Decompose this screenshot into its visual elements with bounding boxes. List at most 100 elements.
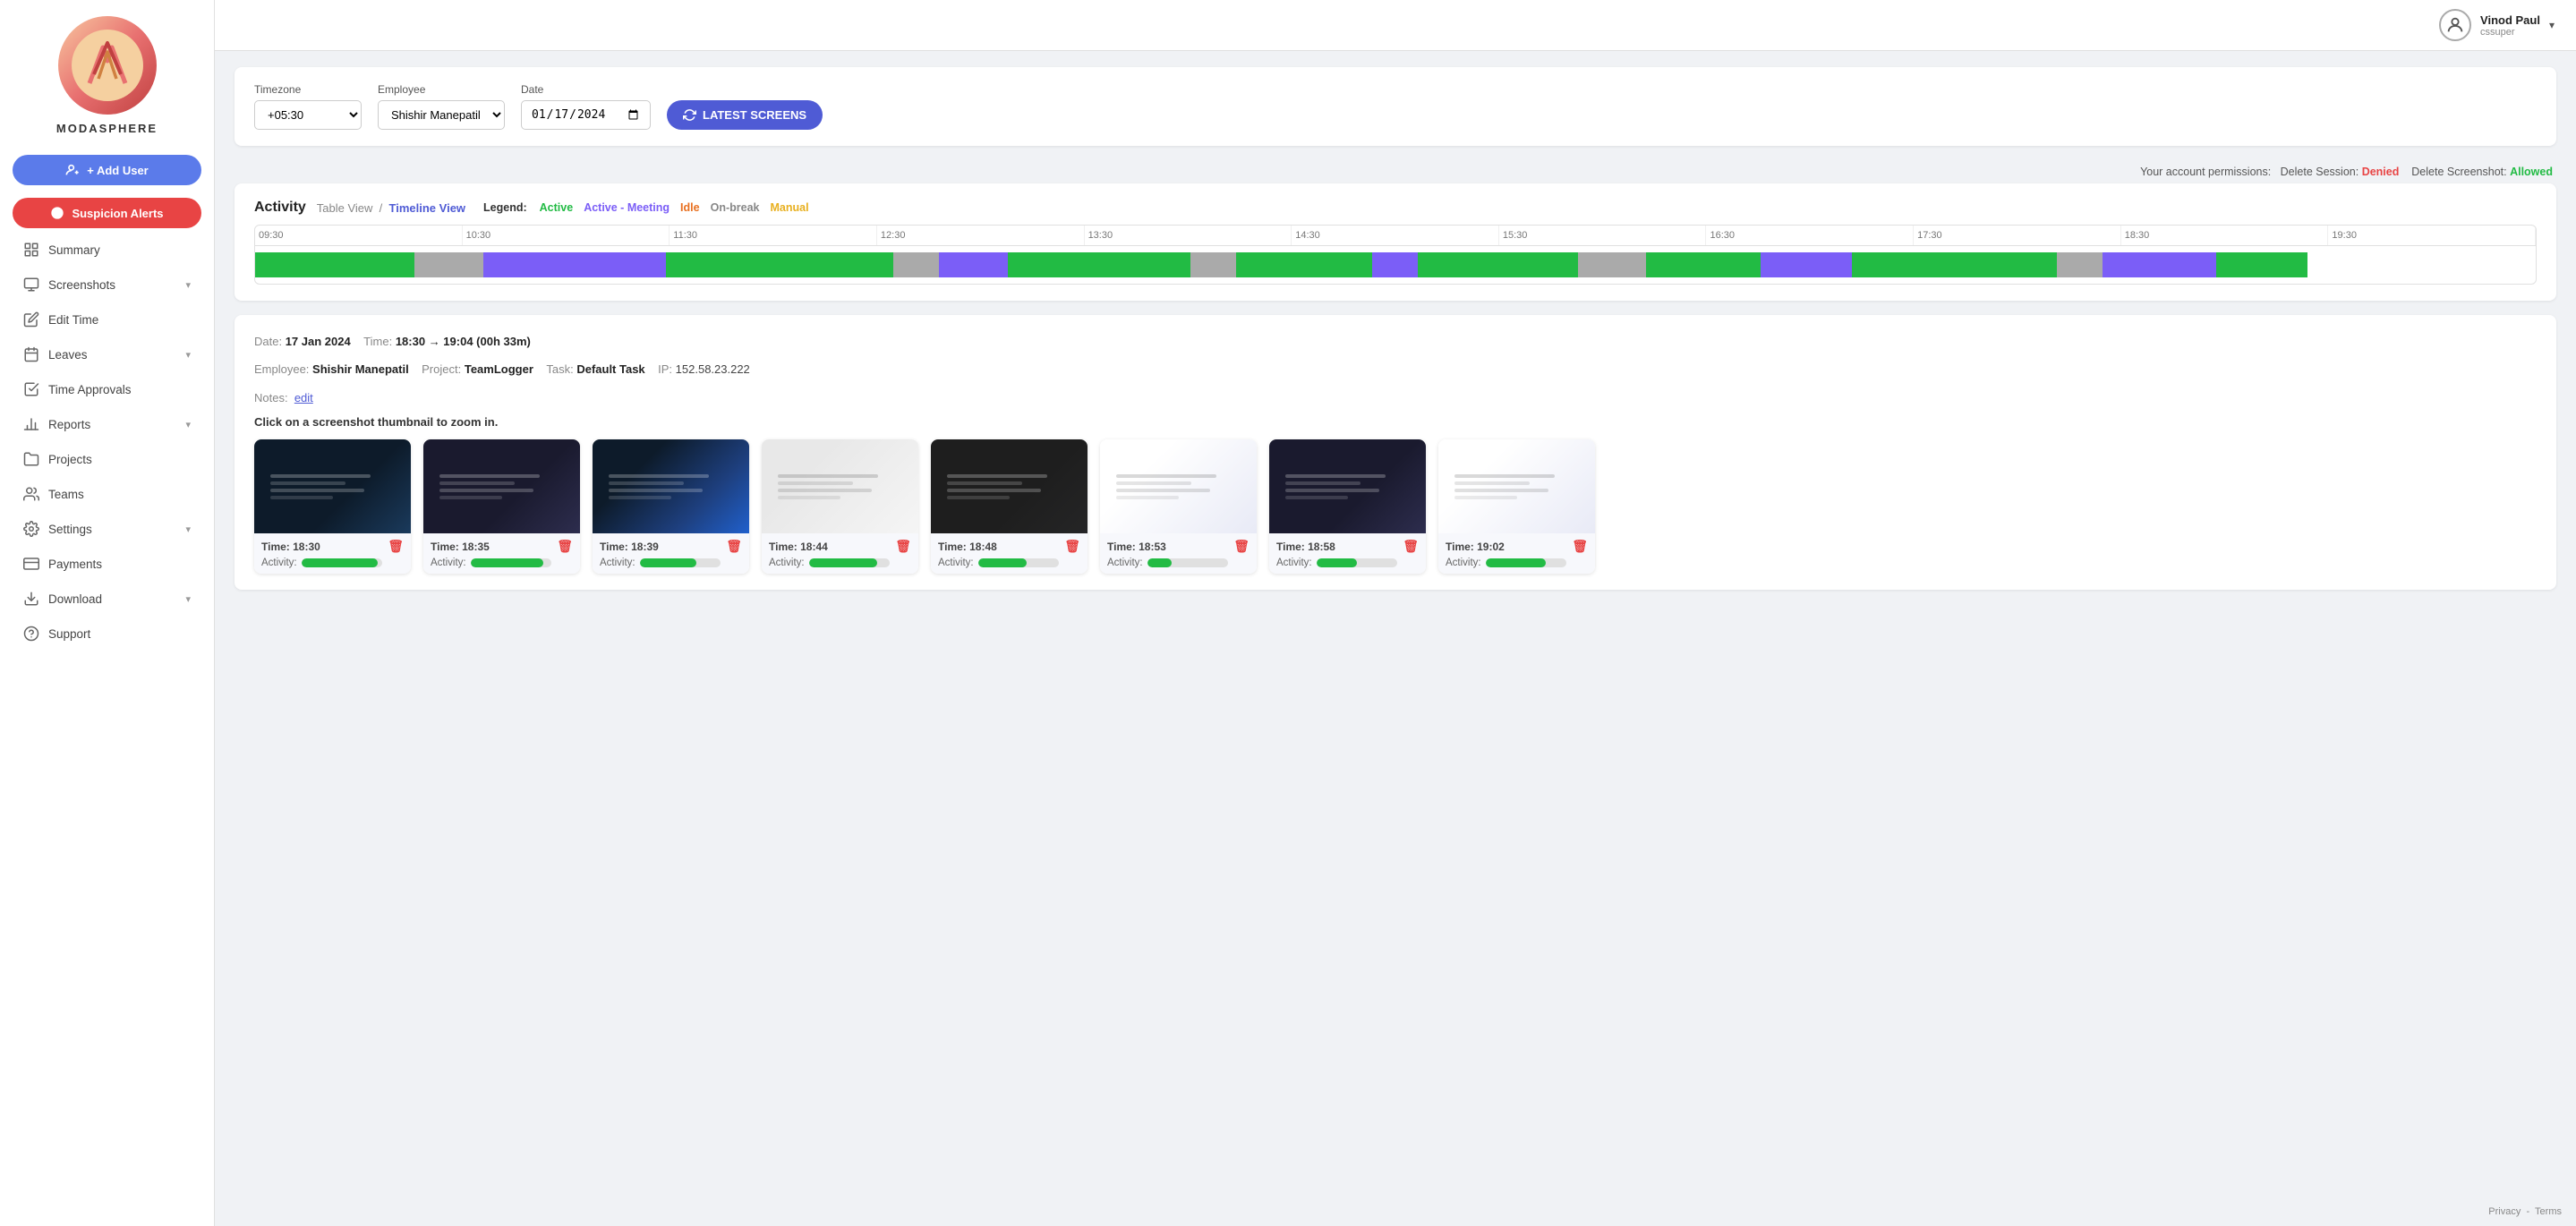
screenshot-card[interactable]: Time: 18:53 🗑 Activity:	[1100, 439, 1257, 574]
screenshot-footer: Time: 18:48 🗑 Activity:	[931, 533, 1088, 574]
timeline-tick: 10:30	[463, 226, 670, 245]
screenshot-card[interactable]: Time: 18:58 🗑 Activity:	[1269, 439, 1426, 574]
nav-item-screenshots[interactable]: Screenshots ▾	[5, 268, 209, 302]
chevron-icon: ▾	[185, 419, 191, 430]
table-view-link[interactable]: Table View	[317, 201, 373, 215]
timeline-tick: 14:30	[1292, 226, 1499, 245]
logo-area: MODASPHERE	[0, 0, 214, 146]
timeline-segment	[255, 252, 414, 277]
delete-screenshot-button[interactable]: 🗑	[1572, 539, 1588, 554]
screenshot-time-row: Time: 19:02 🗑	[1446, 539, 1588, 554]
terms-link[interactable]: Terms	[2535, 1206, 2562, 1217]
delete-screenshot-button[interactable]: 🗑	[726, 539, 742, 554]
latest-screens-label: LATEST SCREENS	[703, 108, 806, 122]
nav-item-teams[interactable]: Teams	[5, 477, 209, 511]
thumb-line	[439, 481, 515, 485]
timeline-tick: 11:30	[670, 226, 877, 245]
thumb-line	[439, 474, 540, 478]
delete-screenshot-button[interactable]: 🗑	[557, 539, 573, 554]
suspicion-alerts-button[interactable]: Suspicion Alerts	[13, 198, 201, 228]
thumb-line	[947, 474, 1047, 478]
thumb-line	[947, 489, 1041, 492]
timeline-segment	[1761, 252, 1852, 277]
nav-item-edit-time[interactable]: Edit Time	[5, 302, 209, 336]
employee-select[interactable]: Shishir Manepatil	[378, 100, 505, 130]
task-value: Default Task	[576, 362, 644, 376]
activity-bar-fill	[640, 558, 696, 567]
activity-label: Activity:	[1107, 558, 1143, 568]
time-value: 18:30 → 19:04 (00h 33m)	[396, 335, 531, 348]
screenshot-card[interactable]: Time: 18:30 🗑 Activity:	[254, 439, 411, 574]
grid-icon	[23, 242, 39, 258]
employee-value: Shishir Manepatil	[312, 362, 409, 376]
activity-bar-fill	[302, 558, 379, 567]
nav-item-time-approvals[interactable]: Time Approvals	[5, 372, 209, 406]
privacy-link[interactable]: Privacy	[2488, 1206, 2521, 1217]
add-user-button[interactable]: + Add User	[13, 155, 201, 185]
activity-bar	[809, 558, 890, 567]
nav-label-support: Support	[48, 627, 191, 641]
privacy-footer: Privacy - Terms	[2488, 1206, 2562, 1217]
nav-item-leaves[interactable]: Leaves ▾	[5, 337, 209, 371]
timeline-tick: 16:30	[1706, 226, 1914, 245]
screenshot-time-row: Time: 18:48 🗑	[938, 539, 1080, 554]
check-icon	[23, 381, 39, 397]
nav-item-settings[interactable]: Settings ▾	[5, 512, 209, 546]
nav-item-download[interactable]: Download ▾	[5, 582, 209, 616]
thumb-line	[1454, 481, 1530, 485]
nav-item-reports[interactable]: Reports ▾	[5, 407, 209, 441]
employee-label: Employee	[378, 83, 505, 96]
thumb-line	[1285, 474, 1386, 478]
screenshot-card[interactable]: Time: 19:02 🗑 Activity:	[1438, 439, 1595, 574]
user-info[interactable]: Vinod Paul cssuper ▾	[2439, 9, 2555, 41]
screenshot-card[interactable]: Time: 18:48 🗑 Activity:	[931, 439, 1088, 574]
chevron-icon: ▾	[185, 349, 191, 361]
screenshot-footer: Time: 18:53 🗑 Activity:	[1100, 533, 1257, 574]
nav-item-payments[interactable]: Payments	[5, 547, 209, 581]
user-role: cssuper	[2480, 27, 2540, 38]
screenshot-time: Time: 18:44	[769, 541, 828, 553]
timezone-select[interactable]: +05:30	[254, 100, 362, 130]
notes-row: Notes: edit	[254, 387, 2537, 408]
timeline-segment	[1852, 252, 2057, 277]
user-name: Vinod Paul	[2480, 13, 2540, 27]
delete-screenshot-label: Delete Screenshot:	[2411, 166, 2506, 178]
delete-screenshot-button[interactable]: 🗑	[1403, 539, 1419, 554]
nav-label-summary: Summary	[48, 243, 191, 257]
thumb-preview	[947, 474, 1072, 499]
activity-bar	[1317, 558, 1397, 567]
activity-label: Activity:	[1446, 558, 1481, 568]
nav-item-projects[interactable]: Projects	[5, 442, 209, 476]
timezone-filter: Timezone +05:30	[254, 83, 362, 130]
activity-label: Activity:	[600, 558, 635, 568]
nav-item-support[interactable]: Support	[5, 617, 209, 651]
delete-screenshot-button[interactable]: 🗑	[388, 539, 404, 554]
activity-bar-container: Activity:	[769, 558, 911, 568]
thumb-line	[1285, 481, 1361, 485]
thumb-line	[778, 489, 872, 492]
timeline-view-link[interactable]: Timeline View	[389, 201, 466, 215]
delete-screenshot-button[interactable]: 🗑	[1233, 539, 1250, 554]
timeline-segment	[939, 252, 1007, 277]
delete-screenshot-button[interactable]: 🗑	[895, 539, 911, 554]
latest-screens-button[interactable]: LATEST SCREENS	[667, 100, 823, 130]
activity-bar	[1147, 558, 1228, 567]
edit-notes-link[interactable]: edit	[294, 391, 313, 404]
refresh-icon	[683, 108, 696, 122]
screenshot-card[interactable]: Time: 18:39 🗑 Activity:	[593, 439, 749, 574]
monitor-icon	[23, 277, 39, 293]
screenshot-card[interactable]: Time: 18:44 🗑 Activity:	[762, 439, 918, 574]
screenshot-card[interactable]: Time: 18:35 🗑 Activity:	[423, 439, 580, 574]
nav-label-time-approvals: Time Approvals	[48, 383, 191, 396]
date-input[interactable]	[521, 100, 651, 130]
thumb-line	[1454, 489, 1548, 492]
filters-row: Timezone +05:30 Employee Shishir Manepat…	[254, 83, 2537, 130]
delete-screenshot-button[interactable]: 🗑	[1064, 539, 1080, 554]
view-links: Table View / Timeline View	[317, 201, 465, 215]
nav-item-summary[interactable]: Summary	[5, 233, 209, 267]
time-label: Time:	[363, 335, 392, 348]
thumb-line	[270, 489, 364, 492]
thumb-line	[609, 481, 684, 485]
thumb-line	[609, 489, 703, 492]
permissions-bar: Your account permissions: Delete Session…	[235, 160, 2556, 178]
